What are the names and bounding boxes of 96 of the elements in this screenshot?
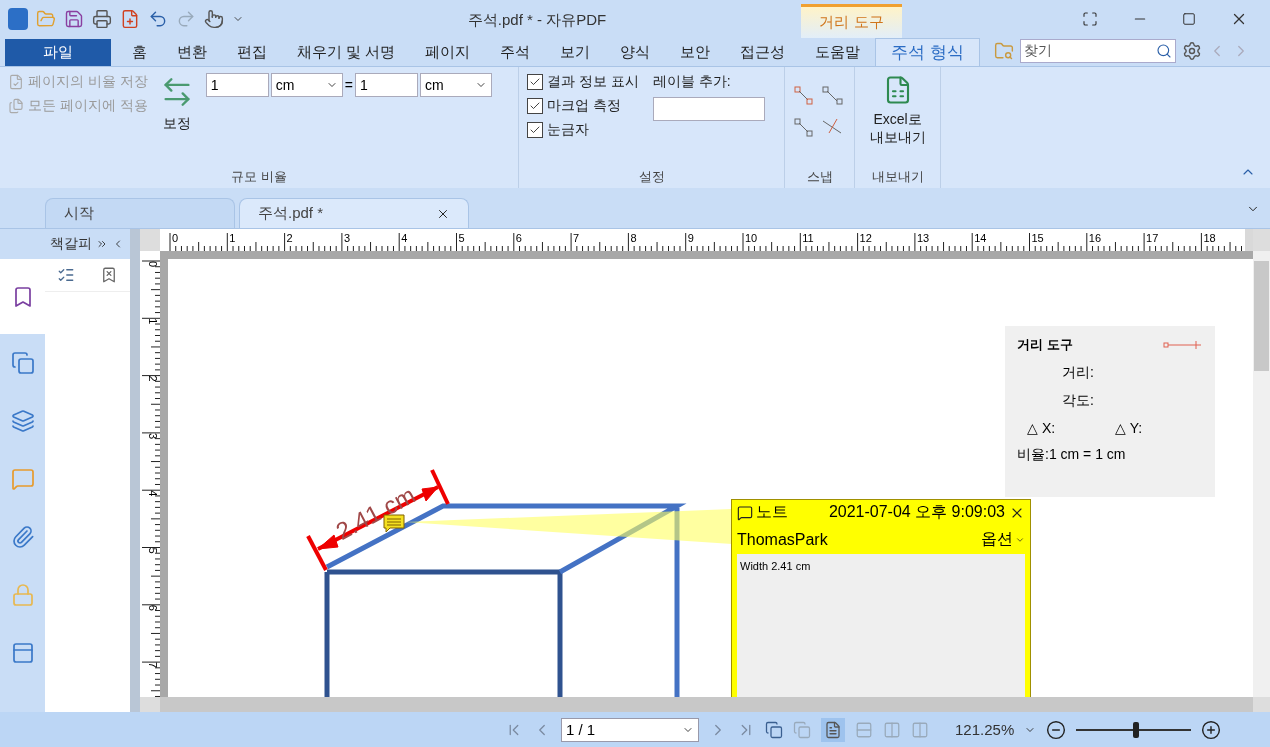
- form-fields-icon: [10, 641, 35, 665]
- expand-icon[interactable]: [96, 238, 108, 250]
- page-number-field[interactable]: 1 / 1: [561, 717, 699, 742]
- distance-label: 거리:: [1061, 364, 1095, 382]
- comment-icon: [737, 504, 753, 521]
- folder-icon[interactable]: [36, 9, 56, 29]
- unit-dropdown[interactable]: cm: [419, 73, 492, 97]
- scrollbar-corner: [140, 697, 160, 712]
- file-check-icon: [8, 74, 24, 90]
- document-tab[interactable]: 주석.pdf *: [239, 198, 469, 228]
- scrollbar-thumb[interactable]: [1254, 261, 1269, 371]
- zoom-out-icon[interactable]: [1046, 719, 1067, 740]
- note-type: 노트: [756, 502, 788, 522]
- hand-pointer-icon[interactable]: [204, 9, 224, 29]
- sidebar-tab[interactable]: [0, 259, 46, 334]
- settings-icon[interactable]: [1182, 41, 1202, 61]
- redo-icon[interactable]: [176, 9, 196, 29]
- window-title: 주석.pdf * - 자유PDF: [467, 11, 607, 30]
- delta-y-label: △ Y:: [1115, 420, 1143, 436]
- checkbox-option[interactable]: 눈금자: [527, 121, 589, 139]
- note-date: 2021-07-04 오후 9:09:03: [828, 502, 1005, 522]
- vertical-ruler: 0 1 2 3 4 5 6 7: [140, 251, 160, 697]
- check-icon: [529, 100, 541, 112]
- menu-tab[interactable]: 주석: [485, 38, 546, 66]
- vertical-scrollbar[interactable]: [1253, 251, 1270, 697]
- checklist-icon[interactable]: [57, 266, 76, 284]
- group-label: 스냅: [805, 168, 834, 186]
- menu-tab[interactable]: 홈: [117, 38, 162, 66]
- two-page-icon[interactable]: [883, 720, 901, 739]
- comment-icon: [10, 467, 35, 491]
- check-icon: [529, 124, 541, 136]
- menu-tab[interactable]: 주석 형식: [875, 38, 981, 66]
- zoom-level[interactable]: 121.25%: [955, 721, 1015, 738]
- label-field[interactable]: [652, 97, 765, 121]
- ruler-corner: [140, 229, 160, 251]
- group-label: 내보내기: [870, 168, 925, 186]
- horizontal-scrollbar[interactable]: [160, 697, 1253, 712]
- single-page-icon[interactable]: [821, 717, 845, 742]
- scale-to-field[interactable]: 1: [354, 73, 418, 97]
- checkbox[interactable]: [527, 74, 543, 90]
- calibrate-button[interactable]: 보정: [157, 73, 196, 168]
- horizontal-ruler: 0 1 2 3 4 5 6 7 8 9 10 11 12 13 14 15 16 17 18: [160, 229, 1245, 251]
- print-icon[interactable]: [92, 9, 112, 29]
- menu-tab[interactable]: 접근성: [725, 38, 801, 66]
- panel-title: 거리 도구: [1017, 336, 1073, 354]
- note-author: ThomasPark: [737, 530, 828, 549]
- note-text-field[interactable]: Width 2.41 cm: [737, 554, 1025, 697]
- menu-tab[interactable]: 페이지: [410, 38, 486, 66]
- scrollbar-corner: [1253, 697, 1270, 712]
- search-field[interactable]: 찾기: [1020, 39, 1176, 63]
- context-tab-title: 거리 도구: [801, 4, 902, 38]
- panel-title: 책갈피: [50, 235, 92, 253]
- checkbox-option[interactable]: 마크업 측정: [527, 97, 621, 115]
- group-label: 설정: [637, 168, 666, 186]
- files-icon: [8, 98, 24, 114]
- save-icon[interactable]: [64, 9, 84, 29]
- document-tab[interactable]: 시작: [45, 198, 235, 228]
- distance-line-icon: [1163, 340, 1203, 350]
- angle-label: 각도:: [1061, 392, 1095, 410]
- menu-tab[interactable]: 보기: [545, 38, 606, 66]
- scale-ratio-text: 비율:1 cm = 1 cm: [1017, 446, 1127, 464]
- menu-tab[interactable]: 보안: [665, 38, 726, 66]
- lock-icon: [10, 583, 35, 607]
- menu-tab[interactable]: 도움말: [800, 38, 876, 66]
- new-file-icon[interactable]: [120, 9, 140, 29]
- zoom-slider-thumb[interactable]: [1133, 721, 1139, 738]
- fullscreen-icon[interactable]: [1082, 11, 1098, 27]
- pages-icon: [10, 351, 35, 375]
- undo-icon[interactable]: [148, 9, 168, 29]
- menu-tab[interactable]: 변환: [162, 38, 222, 66]
- menu-tab[interactable]: 채우기 및 서명: [282, 38, 411, 66]
- zoom-in-icon[interactable]: [1201, 719, 1222, 740]
- continuous-page-icon[interactable]: [855, 720, 873, 739]
- scale-from-field[interactable]: 1: [205, 73, 269, 97]
- label-prompt: 레이블 추가:: [652, 73, 731, 91]
- menu-tab[interactable]: 편집: [222, 38, 282, 66]
- checkbox[interactable]: [527, 122, 543, 138]
- group-label: 규모 비율: [230, 168, 288, 186]
- export-excel-button[interactable]: Excel로 내보내기: [863, 73, 932, 168]
- file-menu-tab[interactable]: 파일: [5, 39, 111, 66]
- options-menu[interactable]: 옵션: [981, 529, 1025, 550]
- two-page-continuous-icon[interactable]: [911, 720, 929, 739]
- maximize-icon[interactable]: [1182, 12, 1196, 26]
- unit-dropdown[interactable]: cm: [270, 73, 343, 97]
- checkbox-option[interactable]: 결과 정보 표시: [527, 73, 639, 91]
- search-icon: [1156, 43, 1172, 59]
- folder-search-icon[interactable]: [994, 41, 1014, 61]
- check-icon: [529, 76, 541, 88]
- delta-x-label: △ X:: [1027, 420, 1056, 436]
- measurement-label: 2.41 cm: [331, 480, 420, 545]
- equals-sign: =: [344, 77, 353, 93]
- app-logo[interactable]: [8, 8, 28, 30]
- menu-tab[interactable]: 양식: [605, 38, 666, 66]
- paperclip-icon: [10, 525, 35, 549]
- layers-icon: [10, 409, 35, 433]
- checkbox[interactable]: [527, 98, 543, 114]
